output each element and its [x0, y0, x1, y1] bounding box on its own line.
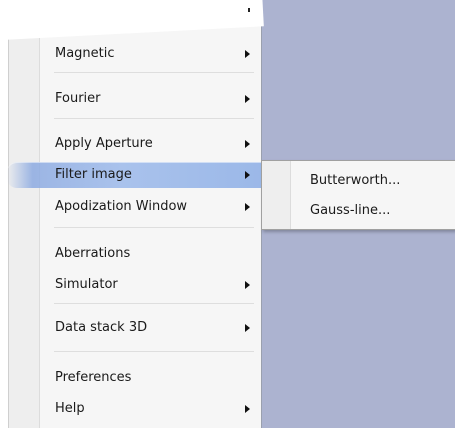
filter-image-submenu: Butterworth... Gauss-line...	[261, 160, 455, 230]
submenu-arrow-icon	[245, 50, 250, 58]
menu-item-help[interactable]: Help	[10, 396, 260, 422]
menu-item-fourier[interactable]: Fourier	[10, 86, 260, 112]
submenu-item-label: Butterworth...	[310, 173, 401, 188]
menu-item-label: Apodization Window	[55, 199, 188, 214]
menu-item-label: Help	[55, 401, 85, 416]
menu-item-apply-aperture[interactable]: Apply Aperture	[10, 131, 260, 157]
menu-highlight	[7, 162, 263, 188]
menu-item-label: Fourier	[55, 91, 101, 106]
menu-separator	[54, 118, 254, 119]
menu-item-label: Apply Aperture	[55, 136, 153, 151]
menu-item-label: Simulator	[55, 277, 118, 292]
submenu-arrow-icon	[245, 324, 250, 332]
submenu-arrow-icon	[245, 95, 250, 103]
menu-item-preferences[interactable]: Preferences	[10, 365, 260, 391]
menu-separator	[54, 72, 254, 73]
menu-item-filter-image[interactable]: Filter image	[7, 162, 263, 188]
screen: Magnetic Fourier Apply Aperture Filter i…	[0, 0, 455, 428]
submenu-arrow-icon	[245, 203, 250, 211]
submenu-item-gauss-line[interactable]: Gauss-line...	[262, 199, 455, 225]
menu-item-label: Data stack 3D	[55, 320, 148, 335]
submenu-arrow-icon	[245, 140, 250, 148]
partial-arrow-icon	[248, 8, 250, 12]
menu-item-simulator[interactable]: Simulator	[10, 272, 260, 298]
menu-item-label: Aberrations	[55, 246, 131, 261]
menu-item-label: Filter image	[55, 167, 132, 182]
menu-separator	[54, 227, 254, 228]
menu-item-data-stack-3d[interactable]: Data stack 3D	[10, 315, 260, 341]
menu-separator	[54, 303, 254, 304]
submenu-arrow-icon	[245, 171, 250, 179]
menu-item-label: Magnetic	[55, 46, 115, 61]
menu-item-aberrations[interactable]: Aberrations	[10, 241, 260, 267]
submenu-item-label: Gauss-line...	[310, 203, 391, 218]
context-menu: Magnetic Fourier Apply Aperture Filter i…	[7, 0, 263, 428]
submenu-item-butterworth[interactable]: Butterworth...	[262, 169, 455, 195]
menu-item-label: Preferences	[55, 370, 132, 385]
menu-item-magnetic[interactable]: Magnetic	[10, 41, 260, 67]
submenu-arrow-icon	[245, 281, 250, 289]
menu-item-apodization-window[interactable]: Apodization Window	[10, 194, 260, 220]
submenu-arrow-icon	[245, 405, 250, 413]
menu-separator	[54, 351, 254, 352]
